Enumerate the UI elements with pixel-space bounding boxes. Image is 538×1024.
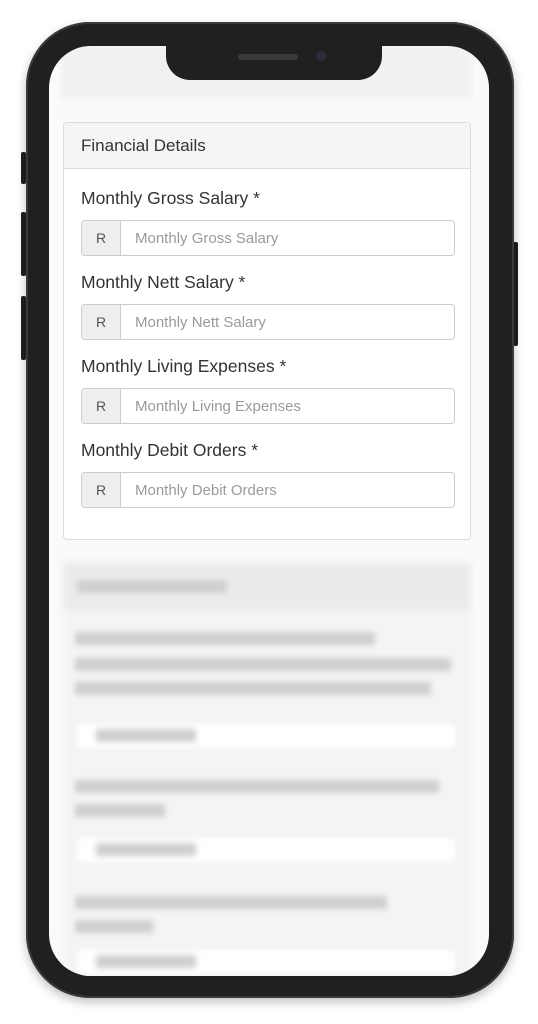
blurred-text (75, 804, 165, 817)
blurred-section-header (63, 562, 471, 610)
monthly-living-expenses-field: Monthly Living Expenses * R (81, 355, 455, 424)
monthly-nett-salary-input-group: R (81, 304, 455, 340)
monthly-nett-salary-field: Monthly Nett Salary * R (81, 271, 455, 340)
phone-notch (166, 44, 382, 80)
speaker-grille (238, 54, 298, 60)
front-camera-icon (316, 51, 326, 61)
financial-details-card: Financial Details Monthly Gross Salary *… (63, 122, 471, 540)
monthly-living-expenses-label: Monthly Living Expenses * (81, 356, 287, 376)
monthly-gross-salary-field: Monthly Gross Salary * R (81, 187, 455, 256)
blurred-text (77, 580, 227, 593)
blurred-text (75, 896, 387, 909)
currency-prefix: R (82, 305, 121, 339)
monthly-gross-salary-label: Monthly Gross Salary * (81, 188, 260, 208)
currency-prefix: R (82, 389, 121, 423)
card-title: Financial Details (81, 136, 206, 155)
monthly-debit-orders-label: Monthly Debit Orders * (81, 440, 259, 460)
monthly-gross-salary-input-group: R (81, 220, 455, 256)
blurred-input (75, 722, 457, 750)
blurred-text (75, 632, 375, 645)
blurred-section (63, 562, 471, 976)
monthly-debit-orders-input-group: R (81, 472, 455, 508)
monthly-nett-salary-label: Monthly Nett Salary * (81, 272, 246, 292)
monthly-debit-orders-field: Monthly Debit Orders * R (81, 439, 455, 508)
blurred-input (75, 948, 457, 976)
monthly-gross-salary-input[interactable] (121, 221, 454, 255)
blurred-text (75, 780, 439, 793)
monthly-living-expenses-input[interactable] (121, 389, 454, 423)
monthly-nett-salary-input[interactable] (121, 305, 454, 339)
monthly-debit-orders-input[interactable] (121, 473, 454, 507)
phone-screen: Financial Details Monthly Gross Salary *… (49, 46, 489, 976)
currency-prefix: R (82, 221, 121, 255)
monthly-living-expenses-input-group: R (81, 388, 455, 424)
card-header: Financial Details (64, 123, 470, 169)
blurred-text (75, 682, 431, 695)
blurred-input (75, 836, 457, 864)
blurred-text (75, 920, 153, 933)
blurred-text (75, 658, 451, 671)
currency-prefix: R (82, 473, 121, 507)
